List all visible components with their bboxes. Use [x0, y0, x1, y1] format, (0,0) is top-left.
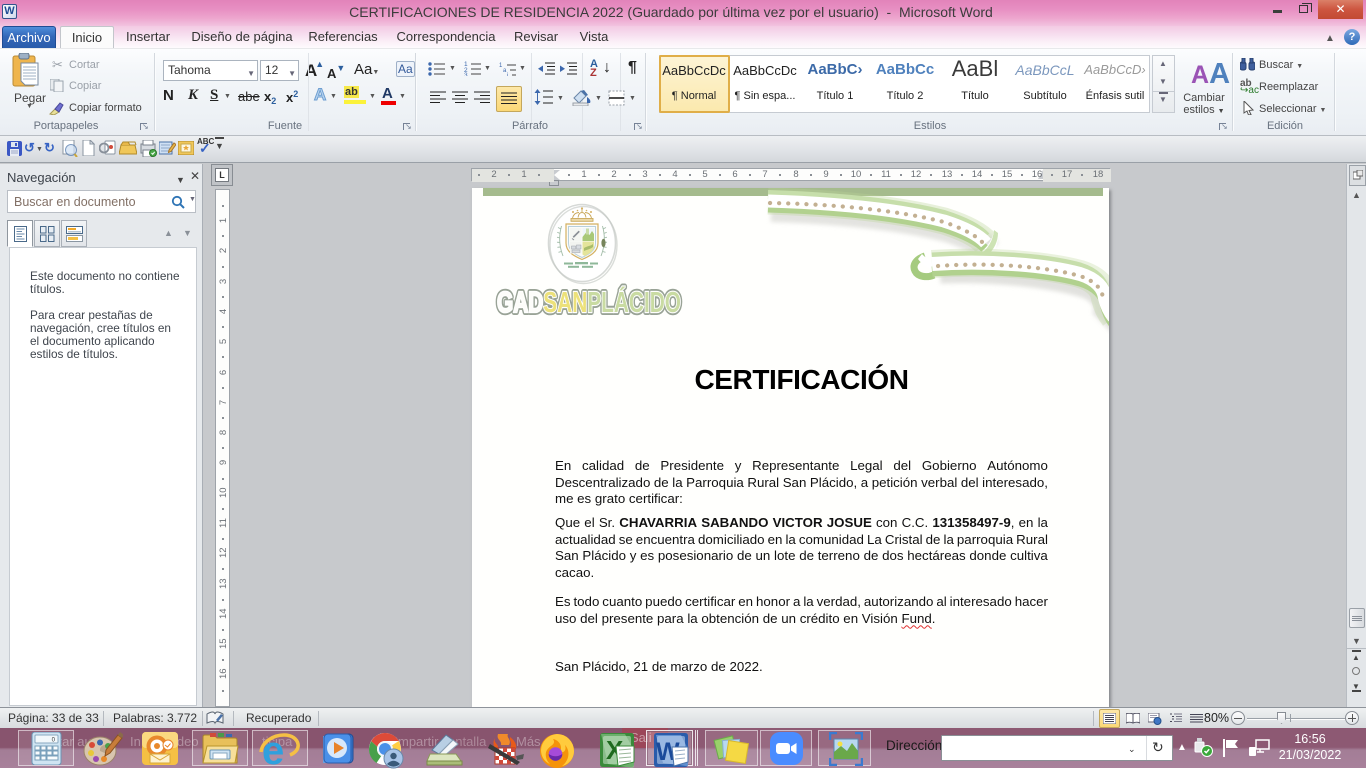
svg-text:i: i	[507, 73, 508, 76]
svg-text:GADSANPLÁCIDO: GADSANPLÁCIDO	[497, 287, 681, 319]
svg-text:3: 3	[464, 72, 468, 76]
